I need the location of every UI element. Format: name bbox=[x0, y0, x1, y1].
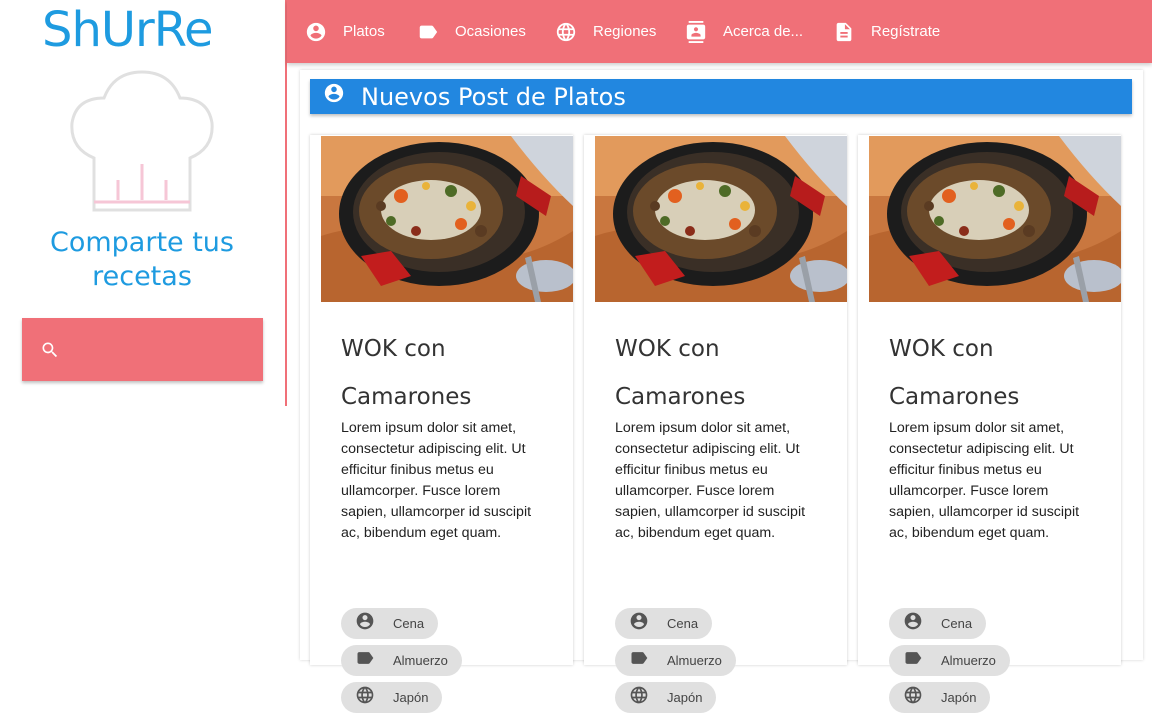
post-title[interactable]: WOK con Camarones bbox=[341, 325, 551, 421]
chip-almuerzo[interactable]: Almuerzo bbox=[341, 645, 462, 676]
globe-icon bbox=[629, 685, 649, 705]
dish-photo[interactable] bbox=[595, 136, 847, 302]
label-icon bbox=[417, 21, 439, 43]
chip-label: Japón bbox=[393, 690, 429, 705]
post-description: Lorem ipsum dolor sit amet, consectetur … bbox=[341, 420, 532, 541]
search-icon[interactable] bbox=[40, 340, 60, 360]
top-navigation: Platos Ocasiones Regiones Acerca de... R… bbox=[287, 0, 1152, 63]
chip-label: Almuerzo bbox=[393, 653, 448, 668]
dish-photo[interactable] bbox=[869, 136, 1121, 302]
nav-item-regiones[interactable]: Regiones bbox=[555, 0, 656, 63]
chip-label: Almuerzo bbox=[667, 653, 722, 668]
nav-item-label: Regiones bbox=[593, 23, 657, 40]
sidebar: ShUrRe Comparte tus recetas bbox=[0, 0, 287, 654]
document-icon bbox=[833, 21, 855, 43]
label-icon bbox=[629, 648, 649, 668]
chip-japon[interactable]: Japón bbox=[341, 682, 443, 713]
chip-cena[interactable]: Cena bbox=[341, 608, 439, 639]
post-title-line1: WOK con bbox=[615, 336, 720, 362]
dish-photo[interactable] bbox=[321, 136, 573, 302]
post-title-line2: Camarones bbox=[615, 384, 746, 410]
chip-label: Almuerzo bbox=[941, 653, 996, 668]
chef-hat-icon bbox=[70, 70, 214, 212]
main-content: Nuevos Post de Platos WOK con Camarones … bbox=[300, 70, 1143, 713]
nav-item-acerca[interactable]: Acerca de... bbox=[685, 0, 803, 63]
globe-icon bbox=[555, 21, 577, 43]
chip-label: Cena bbox=[393, 616, 425, 631]
post-card[interactable]: WOK con Camarones Lorem ipsum dolor sit … bbox=[310, 135, 573, 713]
post-description: Lorem ipsum dolor sit amet, consectetur … bbox=[615, 420, 806, 541]
contact-card-icon bbox=[685, 21, 707, 43]
post-card[interactable]: WOK con Camarones Lorem ipsum dolor sit … bbox=[858, 135, 1121, 713]
chip-japon[interactable]: Japón bbox=[889, 682, 991, 713]
post-card[interactable]: WOK con Camarones Lorem ipsum dolor sit … bbox=[584, 135, 847, 713]
chip-cena[interactable]: Cena bbox=[615, 608, 713, 639]
post-description: Lorem ipsum dolor sit amet, consectetur … bbox=[889, 420, 1080, 541]
chip-almuerzo[interactable]: Almuerzo bbox=[615, 645, 736, 676]
search-box[interactable] bbox=[22, 318, 263, 381]
section-title: Nuevos Post de Platos bbox=[361, 82, 626, 111]
chip-label: Japón bbox=[667, 690, 703, 705]
post-title[interactable]: WOK con Camarones bbox=[615, 325, 825, 421]
post-title[interactable]: WOK con Camarones bbox=[889, 325, 1099, 421]
account-circle-icon bbox=[629, 611, 649, 631]
globe-icon bbox=[903, 685, 923, 705]
globe-icon bbox=[355, 685, 375, 705]
post-title-line2: Camarones bbox=[889, 384, 1020, 410]
chip-label: Cena bbox=[941, 616, 973, 631]
account-circle-icon bbox=[305, 21, 327, 43]
account-circle-icon bbox=[903, 611, 923, 631]
account-circle-icon bbox=[323, 82, 345, 104]
nav-item-platos[interactable]: Platos bbox=[305, 0, 385, 63]
chip-label: Cena bbox=[667, 616, 699, 631]
nav-item-label: Platos bbox=[343, 23, 385, 40]
tagline: Comparte tus recetas bbox=[49, 227, 234, 292]
post-title-line1: WOK con bbox=[889, 336, 994, 362]
app-logo[interactable]: ShUrRe bbox=[42, 2, 213, 58]
chip-almuerzo[interactable]: Almuerzo bbox=[889, 645, 1010, 676]
post-title-line2: Camarones bbox=[341, 384, 472, 410]
nav-item-label: Ocasiones bbox=[455, 23, 526, 40]
section-header: Nuevos Post de Platos bbox=[310, 79, 1132, 114]
nav-item-registrate[interactable]: Regístrate bbox=[833, 0, 940, 63]
chip-cena[interactable]: Cena bbox=[889, 608, 987, 639]
nav-item-label: Regístrate bbox=[871, 23, 941, 40]
search-input[interactable] bbox=[72, 332, 252, 366]
post-title-line1: WOK con bbox=[341, 336, 446, 362]
label-icon bbox=[903, 648, 923, 668]
chip-japon[interactable]: Japón bbox=[615, 682, 717, 713]
label-icon bbox=[355, 648, 375, 668]
nav-item-label: Acerca de... bbox=[723, 23, 804, 40]
chip-label: Japón bbox=[941, 690, 977, 705]
account-circle-icon bbox=[355, 611, 375, 631]
nav-item-ocasiones[interactable]: Ocasiones bbox=[417, 0, 526, 63]
